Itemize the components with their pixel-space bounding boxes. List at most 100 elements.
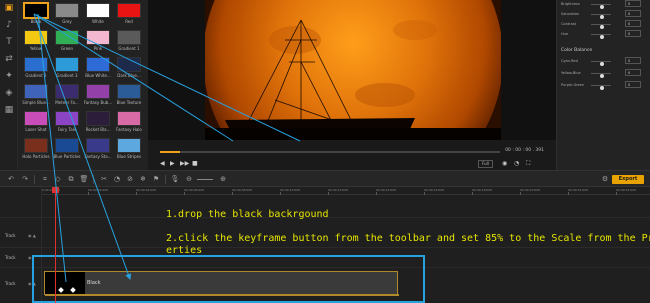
property-value[interactable]: 0 [625,10,641,17]
media-item[interactable]: Red [117,3,141,27]
media-thumbnail[interactable] [117,30,141,45]
media-item[interactable]: Blue Texture [117,84,141,108]
media-thumbnail[interactable] [117,57,141,72]
media-item[interactable]: Yellow [24,30,48,54]
media-item[interactable]: Dark Blue... [117,57,141,81]
property-slider[interactable] [591,72,611,78]
playhead-handle[interactable] [52,187,59,193]
media-thumbnail[interactable] [86,3,110,18]
keyframe-icon[interactable]: ◇ [53,174,63,184]
property-slider[interactable] [591,33,611,39]
media-item[interactable]: Fairy Tale [55,111,79,135]
next-frame-icon[interactable]: ▶▶ [180,161,189,167]
media-thumbnail[interactable] [55,30,79,45]
media-item[interactable]: Fantasy Halo [116,111,142,135]
property-value[interactable]: 0 [625,30,641,37]
crop-icon[interactable]: ⌗ [40,174,50,184]
media-thumbnail[interactable] [86,138,110,153]
slider-knob[interactable] [600,35,604,39]
delete-icon[interactable]: 🗑 [79,174,89,184]
volume-icon[interactable]: ◔ [514,161,519,167]
media-thumbnail[interactable] [55,84,79,99]
prev-frame-icon[interactable]: ◀ [160,161,165,167]
redo-icon[interactable]: ↷ [20,174,30,184]
track-lock-icon[interactable]: ◉ ▲ [28,233,36,239]
media-thumbnail[interactable] [86,30,110,45]
play-icon[interactable]: ▶ [170,161,175,167]
media-item[interactable]: Blue Stripes [117,138,141,162]
media-thumbnail[interactable] [86,57,110,72]
zoom-in-icon[interactable]: ⊕ [218,174,228,184]
copy-icon[interactable]: ⧉ [66,174,76,184]
marker-icon[interactable]: ⚑ [151,174,161,184]
property-value[interactable]: 0 [625,0,641,7]
media-item[interactable]: White [86,3,110,27]
slider-knob[interactable] [600,74,604,78]
property-value[interactable]: 0 [625,81,641,88]
split-screen-icon[interactable]: ▦ [0,102,18,119]
property-slider[interactable] [591,84,611,90]
media-item[interactable]: Black [24,3,48,27]
media-thumbnail[interactable] [86,84,110,99]
slider-knob[interactable] [600,25,604,29]
property-slider[interactable] [591,23,611,29]
export-button[interactable]: Export [612,175,644,184]
speed-icon[interactable]: ◔ [112,174,122,184]
quality-select[interactable]: Full [478,160,493,168]
media-thumbnail[interactable] [117,84,141,99]
media-item[interactable]: Green [55,30,79,54]
slider-knob[interactable] [600,86,604,90]
freeze-icon[interactable]: ❄ [138,174,148,184]
timeline-clip[interactable]: Black [44,271,399,296]
voiceover-icon[interactable]: 🎙 [170,174,180,184]
transitions-icon[interactable]: ⇄ [0,51,18,68]
track-lock-icon[interactable]: ◉ [28,255,32,261]
media-thumbnail[interactable] [55,111,79,126]
settings-icon[interactable]: ⚙ [600,174,610,184]
media-thumbnail[interactable] [55,138,79,153]
stop-icon[interactable]: ■ [192,161,198,167]
media-thumbnail[interactable] [86,111,110,126]
media-thumbnail[interactable] [24,138,48,153]
media-thumbnail[interactable] [117,138,141,153]
snapshot-icon[interactable]: ◉ [502,161,507,167]
property-value[interactable]: 0 [625,20,641,27]
media-thumbnail[interactable] [24,3,48,18]
titles-icon[interactable]: T [0,34,18,51]
media-item[interactable]: Gradient 1 [117,30,141,54]
media-thumbnail[interactable] [24,57,48,72]
slider-knob[interactable] [600,5,604,9]
media-thumbnail[interactable] [117,111,141,126]
slider-knob[interactable] [600,62,604,66]
media-item[interactable]: Blue White... [85,57,111,81]
property-slider[interactable] [591,60,611,66]
effects-icon[interactable]: ✦ [0,68,18,85]
media-item[interactable]: Laser Shot [24,111,48,135]
media-item[interactable]: Halo Particles [22,138,50,162]
media-item[interactable]: Grey [55,3,79,27]
media-item[interactable]: Fantasy Sta... [84,138,112,162]
media-icon[interactable]: ▣ [0,0,18,17]
property-slider[interactable] [591,13,611,19]
elements-icon[interactable]: ◈ [0,85,18,102]
media-thumbnail[interactable] [24,30,48,45]
seek-bar[interactable] [160,151,500,153]
media-thumbnail[interactable] [55,3,79,18]
media-thumbnail[interactable] [55,57,79,72]
media-item[interactable]: Fantasy Bub... [84,84,112,108]
media-item[interactable]: Meteor Fa... [55,84,79,108]
property-slider[interactable] [591,3,611,9]
time-ruler[interactable]: 00:00:00.000 00:00:02.000 00:00:04.000 00:0… [20,187,650,195]
cut-icon[interactable]: ✂ [99,174,109,184]
media-item[interactable]: Gradient 2 [24,57,48,81]
media-item[interactable]: Blue Particles [54,138,81,162]
property-value[interactable]: 0 [625,69,641,76]
fullscreen-icon[interactable]: ⛶ [526,161,530,167]
property-value[interactable]: 0 [625,57,641,64]
media-item[interactable]: Gradient 3 [55,57,79,81]
media-thumbnail[interactable] [117,3,141,18]
undo-icon[interactable]: ↶ [6,174,16,184]
media-thumbnail[interactable] [24,84,48,99]
audio-icon[interactable]: ♪ [0,17,18,34]
zoom-out-icon[interactable]: ⊖ [184,174,194,184]
